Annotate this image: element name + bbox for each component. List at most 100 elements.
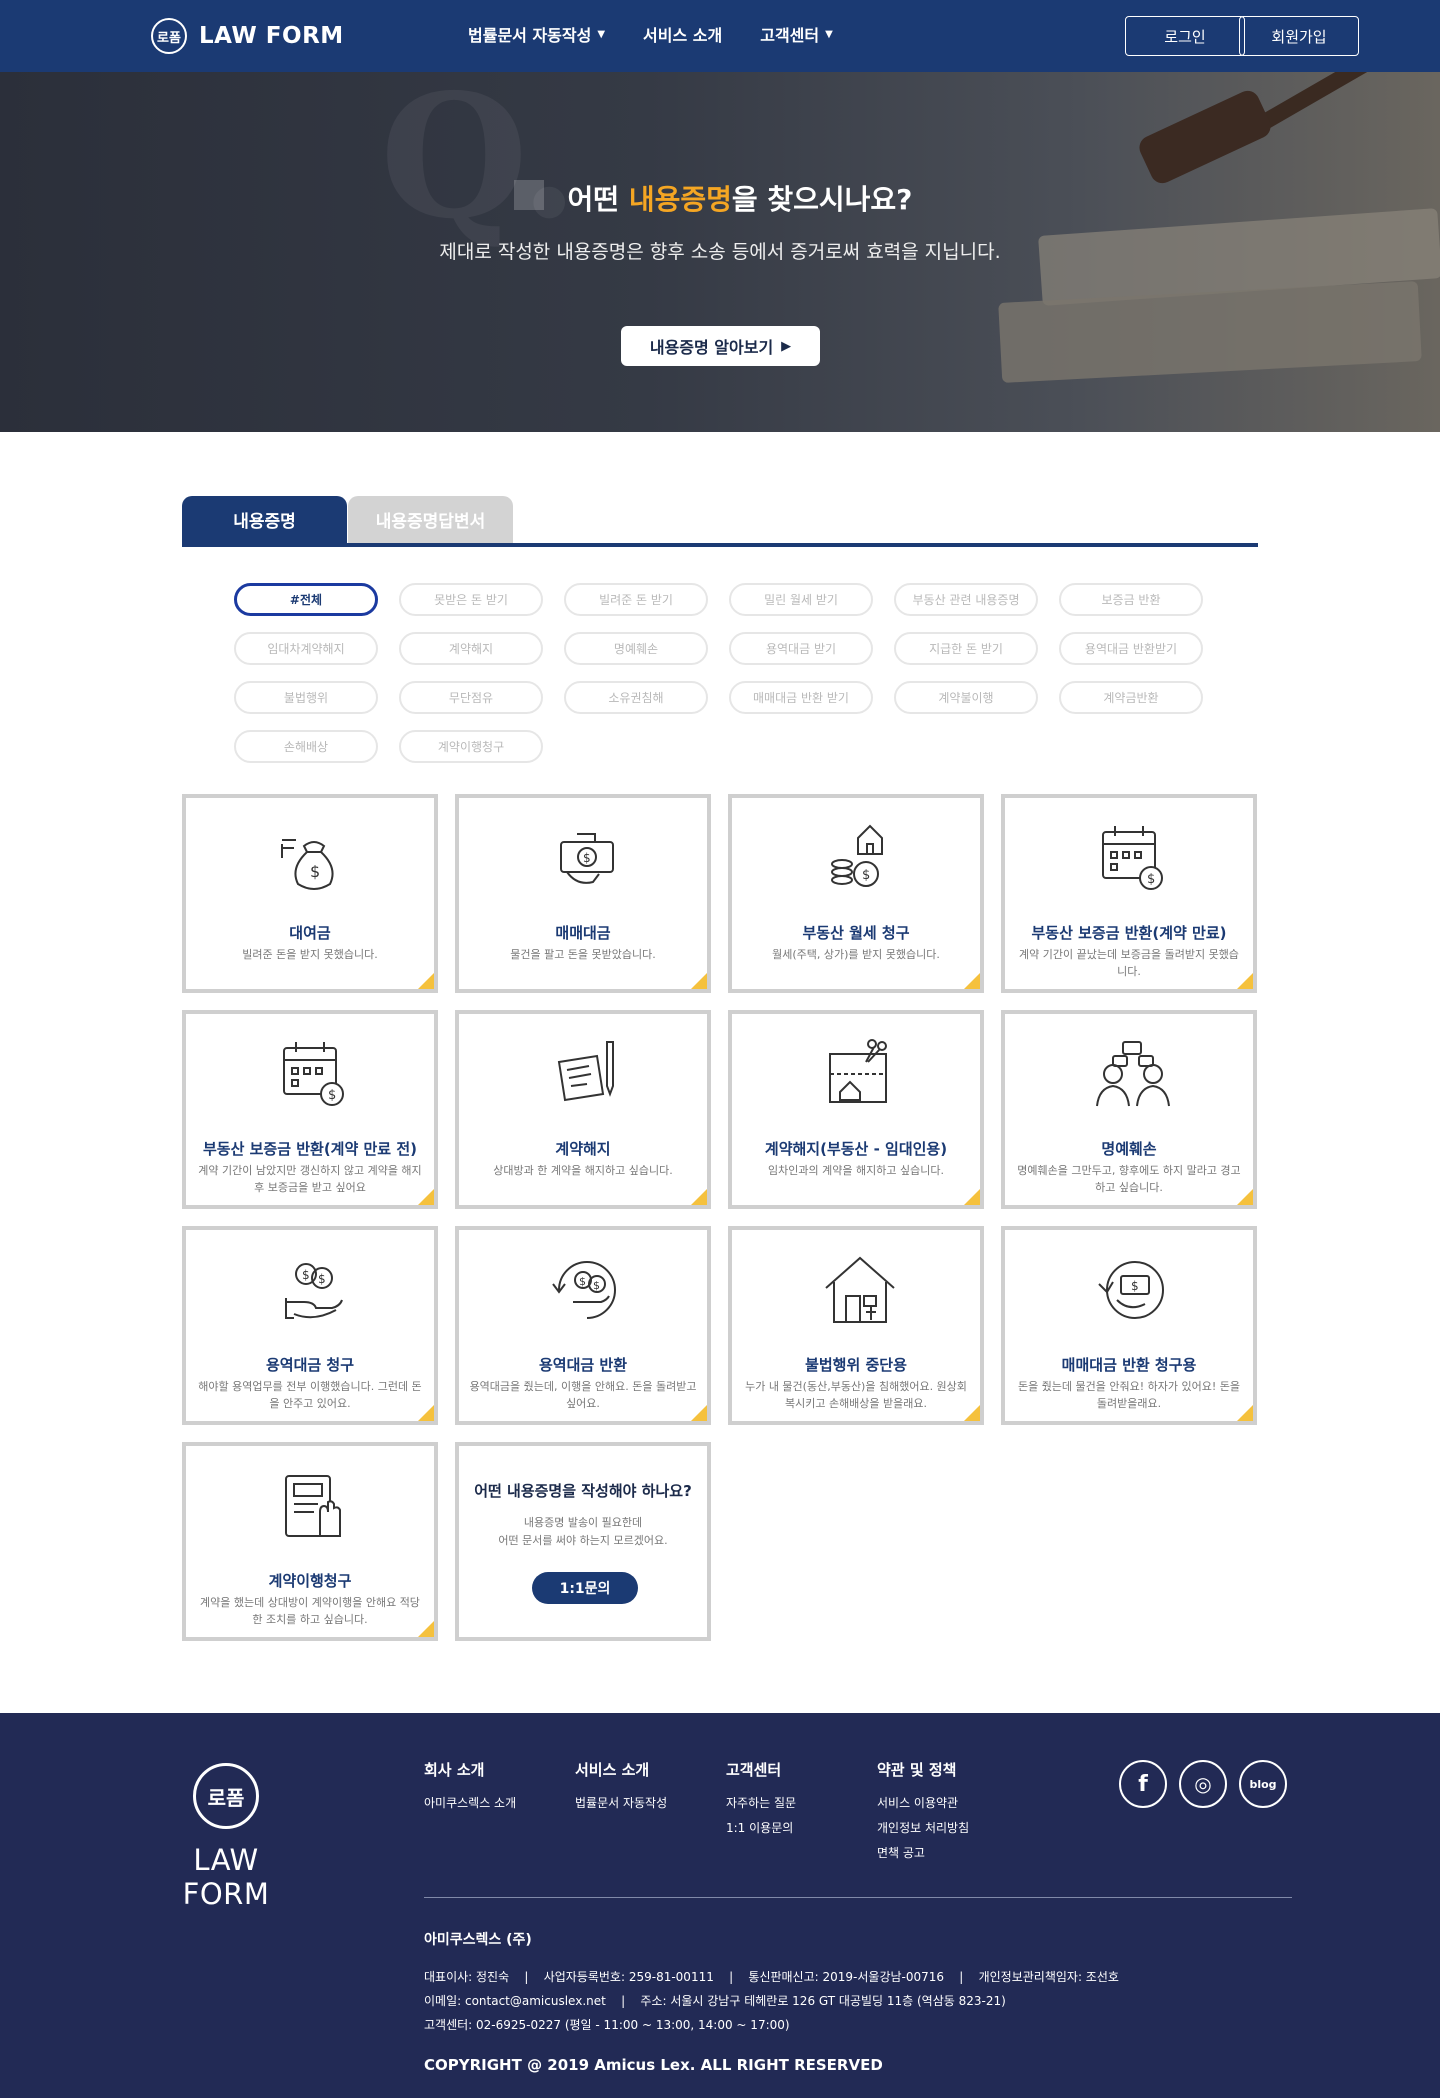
template-card[interactable]: 계약이행청구 계약을 했는데 상대방이 계약이행을 안해요 적당한 조치를 하고… [182, 1442, 438, 1641]
template-card[interactable]: $ $ 용역대금 반환 용역대금을 줬는데, 이행을 안해요. 돈을 돌려받고 싶… [455, 1226, 711, 1425]
filter-chip[interactable]: 소유권침해 [564, 681, 708, 714]
nav-service-intro[interactable]: 서비스 소개 [643, 22, 722, 46]
filter-chip-all[interactable]: #전체 [234, 583, 378, 616]
filter-chip[interactable]: 불법행위 [234, 681, 378, 714]
filter-chip[interactable]: 빌려준 돈 받기 [564, 583, 708, 616]
logo[interactable]: 로폼 LAW FORM [151, 18, 344, 54]
svg-text:$: $ [583, 851, 591, 865]
hero-title-post: 을 찾으시나요? [731, 183, 913, 216]
template-card[interactable]: $ $ 용역대금 청구 해야할 용역업무를 전부 이행했습니다. 그런데 돈을 안… [182, 1226, 438, 1425]
login-button[interactable]: 로그인 [1125, 16, 1245, 56]
filter-chip[interactable]: 용역대금 반환받기 [1059, 632, 1203, 665]
svg-text:$: $ [579, 1275, 586, 1288]
template-card[interactable]: $ 부동산 보증금 반환(계약 만료) 계약 기간이 끝났는데 보증금을 돌려받… [1001, 794, 1257, 993]
svg-text:$: $ [302, 1268, 310, 1282]
card-description: 월세(주택, 상가)를 받지 못했습니다. [772, 948, 940, 961]
footer-column-company: 회사 소개 아미쿠스렉스 소개 [424, 1759, 516, 1819]
inquiry-title: 어떤 내용증명을 작성해야 하나요? [474, 1482, 692, 1500]
site-header: 로폼 LAW FORM 법률문서 자동작성 ▼ 서비스 소개 고객센터 ▼ 로그… [0, 0, 1440, 72]
card-title: 부동산 보증금 반환(계약 만료) [1031, 924, 1227, 942]
footer-link[interactable]: 개인정보 처리방침 [877, 1819, 969, 1836]
template-card[interactable]: $ 매매대금 물건을 팔고 돈을 못받았습니다. [455, 794, 711, 993]
filter-chip[interactable]: 임대차계약해지 [234, 632, 378, 665]
nav-customer-center[interactable]: 고객센터 ▼ [760, 22, 833, 46]
card-corner-accent [691, 1405, 707, 1421]
card-corner-accent [418, 1189, 434, 1205]
house-gavel-icon [825, 1256, 895, 1323]
card-description: 돈을 줬는데 물건을 안줘요! 하자가 있어요! 돈을 돌려받을래요. [1017, 1380, 1241, 1410]
filter-chip[interactable]: 지급한 돈 받기 [894, 632, 1038, 665]
filter-chip[interactable]: 보증금 반환 [1059, 583, 1203, 616]
footer-column-heading: 고객센터 [726, 1761, 782, 1779]
footer-link[interactable]: 1:1 이용문의 [726, 1819, 796, 1836]
card-corner-accent [691, 973, 707, 989]
people-talk-icon [1096, 1041, 1170, 1107]
facebook-icon[interactable]: f [1119, 1760, 1167, 1808]
filter-chip[interactable]: 손해배상 [234, 730, 378, 763]
refund-cash-icon: $ [1098, 1261, 1164, 1319]
template-card[interactable]: $ 부동산 월세 청구 월세(주택, 상가)를 받지 못했습니다. [728, 794, 984, 993]
card-description: 용역대금을 줬는데, 이행을 안해요. 돈을 돌려받고 싶어요. [469, 1380, 697, 1410]
filter-chip[interactable]: 명예훼손 [564, 632, 708, 665]
filter-chip[interactable]: 용역대금 받기 [729, 632, 873, 665]
footer-link[interactable]: 자주하는 질문 [726, 1794, 796, 1811]
filter-chip[interactable]: 부동산 관련 내용증명 [894, 583, 1038, 616]
filter-chip[interactable]: 밀린 월세 받기 [729, 583, 873, 616]
blog-icon[interactable]: blog [1239, 1760, 1287, 1808]
signup-button[interactable]: 회원가입 [1239, 16, 1359, 56]
footer-company-info: 대표이사: 정진숙 | 사업자등록번호: 259-81-00111 | 통신판매… [424, 1965, 1119, 2037]
card-title: 대여금 [289, 924, 331, 942]
template-card[interactable]: 계약해지 상대방과 한 계약을 해지하고 싶습니다. [455, 1010, 711, 1209]
logo-mark: 로폼 [151, 18, 187, 54]
calendar-dollar-icon: $ [1102, 826, 1163, 890]
tab-content-certification[interactable]: 내용증명 [182, 496, 347, 543]
card-corner-accent [1237, 1189, 1253, 1205]
template-card[interactable]: $ 부동산 보증금 반환(계약 만료 전) 계약 기간이 남았지만 갱신하지 않… [182, 1010, 438, 1209]
template-card[interactable]: $ 매매대금 반환 청구용 돈을 줬는데 물건을 안줘요! 하자가 있어요! 돈… [1001, 1226, 1257, 1425]
card-title: 계약이행청구 [268, 1572, 352, 1590]
chevron-down-icon: ▼ [597, 28, 606, 40]
filter-chip[interactable]: 매매대금 반환 받기 [729, 681, 873, 714]
inquiry-card: 어떤 내용증명을 작성해야 하나요? 내용증명 발송이 필요한데 어떤 문서를 … [455, 1442, 711, 1641]
footer-link[interactable]: 서비스 이용약관 [877, 1794, 969, 1811]
hero-title-pre: 어떤 [567, 183, 629, 216]
card-title: 명예훼손 [1101, 1140, 1157, 1158]
nav-label: 서비스 소개 [643, 26, 723, 45]
site-footer: 로폼 LAW FORM 회사 소개 아미쿠스렉스 소개 서비스 소개 법률문서 … [0, 1713, 1440, 2098]
footer-logo[interactable]: 로폼 LAW FORM [150, 1763, 302, 1911]
footer-logo-mark: 로폼 [193, 1763, 259, 1829]
card-corner-accent [1237, 1405, 1253, 1421]
hero-title: 어떤 내용증명을 찾으시나요? [0, 178, 1440, 218]
card-description: 누가 내 물건(동산,부동산)을 침해했어요. 원상회복시키고 손해배상을 받을… [745, 1380, 967, 1410]
filter-chip[interactable]: 계약이행청구 [399, 730, 543, 763]
one-on-one-inquiry-button[interactable]: 1:1문의 [532, 1572, 638, 1604]
card-description: 임차인과의 계약을 해지하고 싶습니다. [768, 1164, 944, 1177]
contract-hand-icon [285, 1475, 341, 1537]
card-description: 명예훼손을 그만두고, 향후에도 하지 말라고 경고하고 싶습니다. [1017, 1164, 1241, 1194]
calendar-dollar-icon: $ [283, 1042, 344, 1106]
category-tabs: 내용증명 내용증명답변서 [182, 496, 1258, 547]
filter-chip[interactable]: 계약불이행 [894, 681, 1038, 714]
filter-chip[interactable]: 계약해지 [399, 632, 543, 665]
template-card[interactable]: 계약해지(부동산 - 임대인용) 임차인과의 계약을 해지하고 싶습니다. [728, 1010, 984, 1209]
inquiry-description: 내용증명 발송이 필요한데 어떤 문서를 써야 하는지 모르겠어요. [459, 1514, 707, 1550]
instagram-icon[interactable]: ◎ [1179, 1760, 1227, 1808]
footer-link[interactable]: 아미쿠스렉스 소개 [424, 1794, 516, 1811]
template-card[interactable]: 불법행위 중단용 누가 내 물건(동산,부동산)을 침해했어요. 원상회복시키고… [728, 1226, 984, 1425]
filter-chip[interactable]: 계약금반환 [1059, 681, 1203, 714]
tab-content-certification-reply[interactable]: 내용증명답변서 [348, 496, 513, 543]
nav-legal-documents[interactable]: 법률문서 자동작성 ▼ [468, 22, 605, 46]
footer-link[interactable]: 면책 공고 [877, 1844, 969, 1861]
filter-chip[interactable]: 못받은 돈 받기 [399, 583, 543, 616]
filter-chips: #전체 못받은 돈 받기 빌려준 돈 받기 밀린 월세 받기 부동산 관련 내용… [234, 583, 1203, 763]
footer-info-line: 이메일: contact@amicuslex.net | 주소: 서울시 강남구… [424, 1994, 1006, 2008]
template-card[interactable]: 명예훼손 명예훼손을 그만두고, 향후에도 하지 말라고 경고하고 싶습니다. [1001, 1010, 1257, 1209]
svg-text:$: $ [318, 1272, 326, 1286]
template-card[interactable]: $ 대여금 빌려준 돈을 받지 못했습니다. [182, 794, 438, 993]
learn-more-button[interactable]: 내용증명 알아보기 ▶ [621, 326, 820, 366]
footer-link[interactable]: 법률문서 자동작성 [575, 1794, 667, 1811]
filter-chip[interactable]: 무단점유 [399, 681, 543, 714]
svg-text:$: $ [862, 868, 870, 883]
card-description: 해야할 용역업무를 전부 이행했습니다. 그런데 돈을 안주고 있어요. [198, 1380, 422, 1410]
svg-text:$: $ [1147, 872, 1155, 887]
